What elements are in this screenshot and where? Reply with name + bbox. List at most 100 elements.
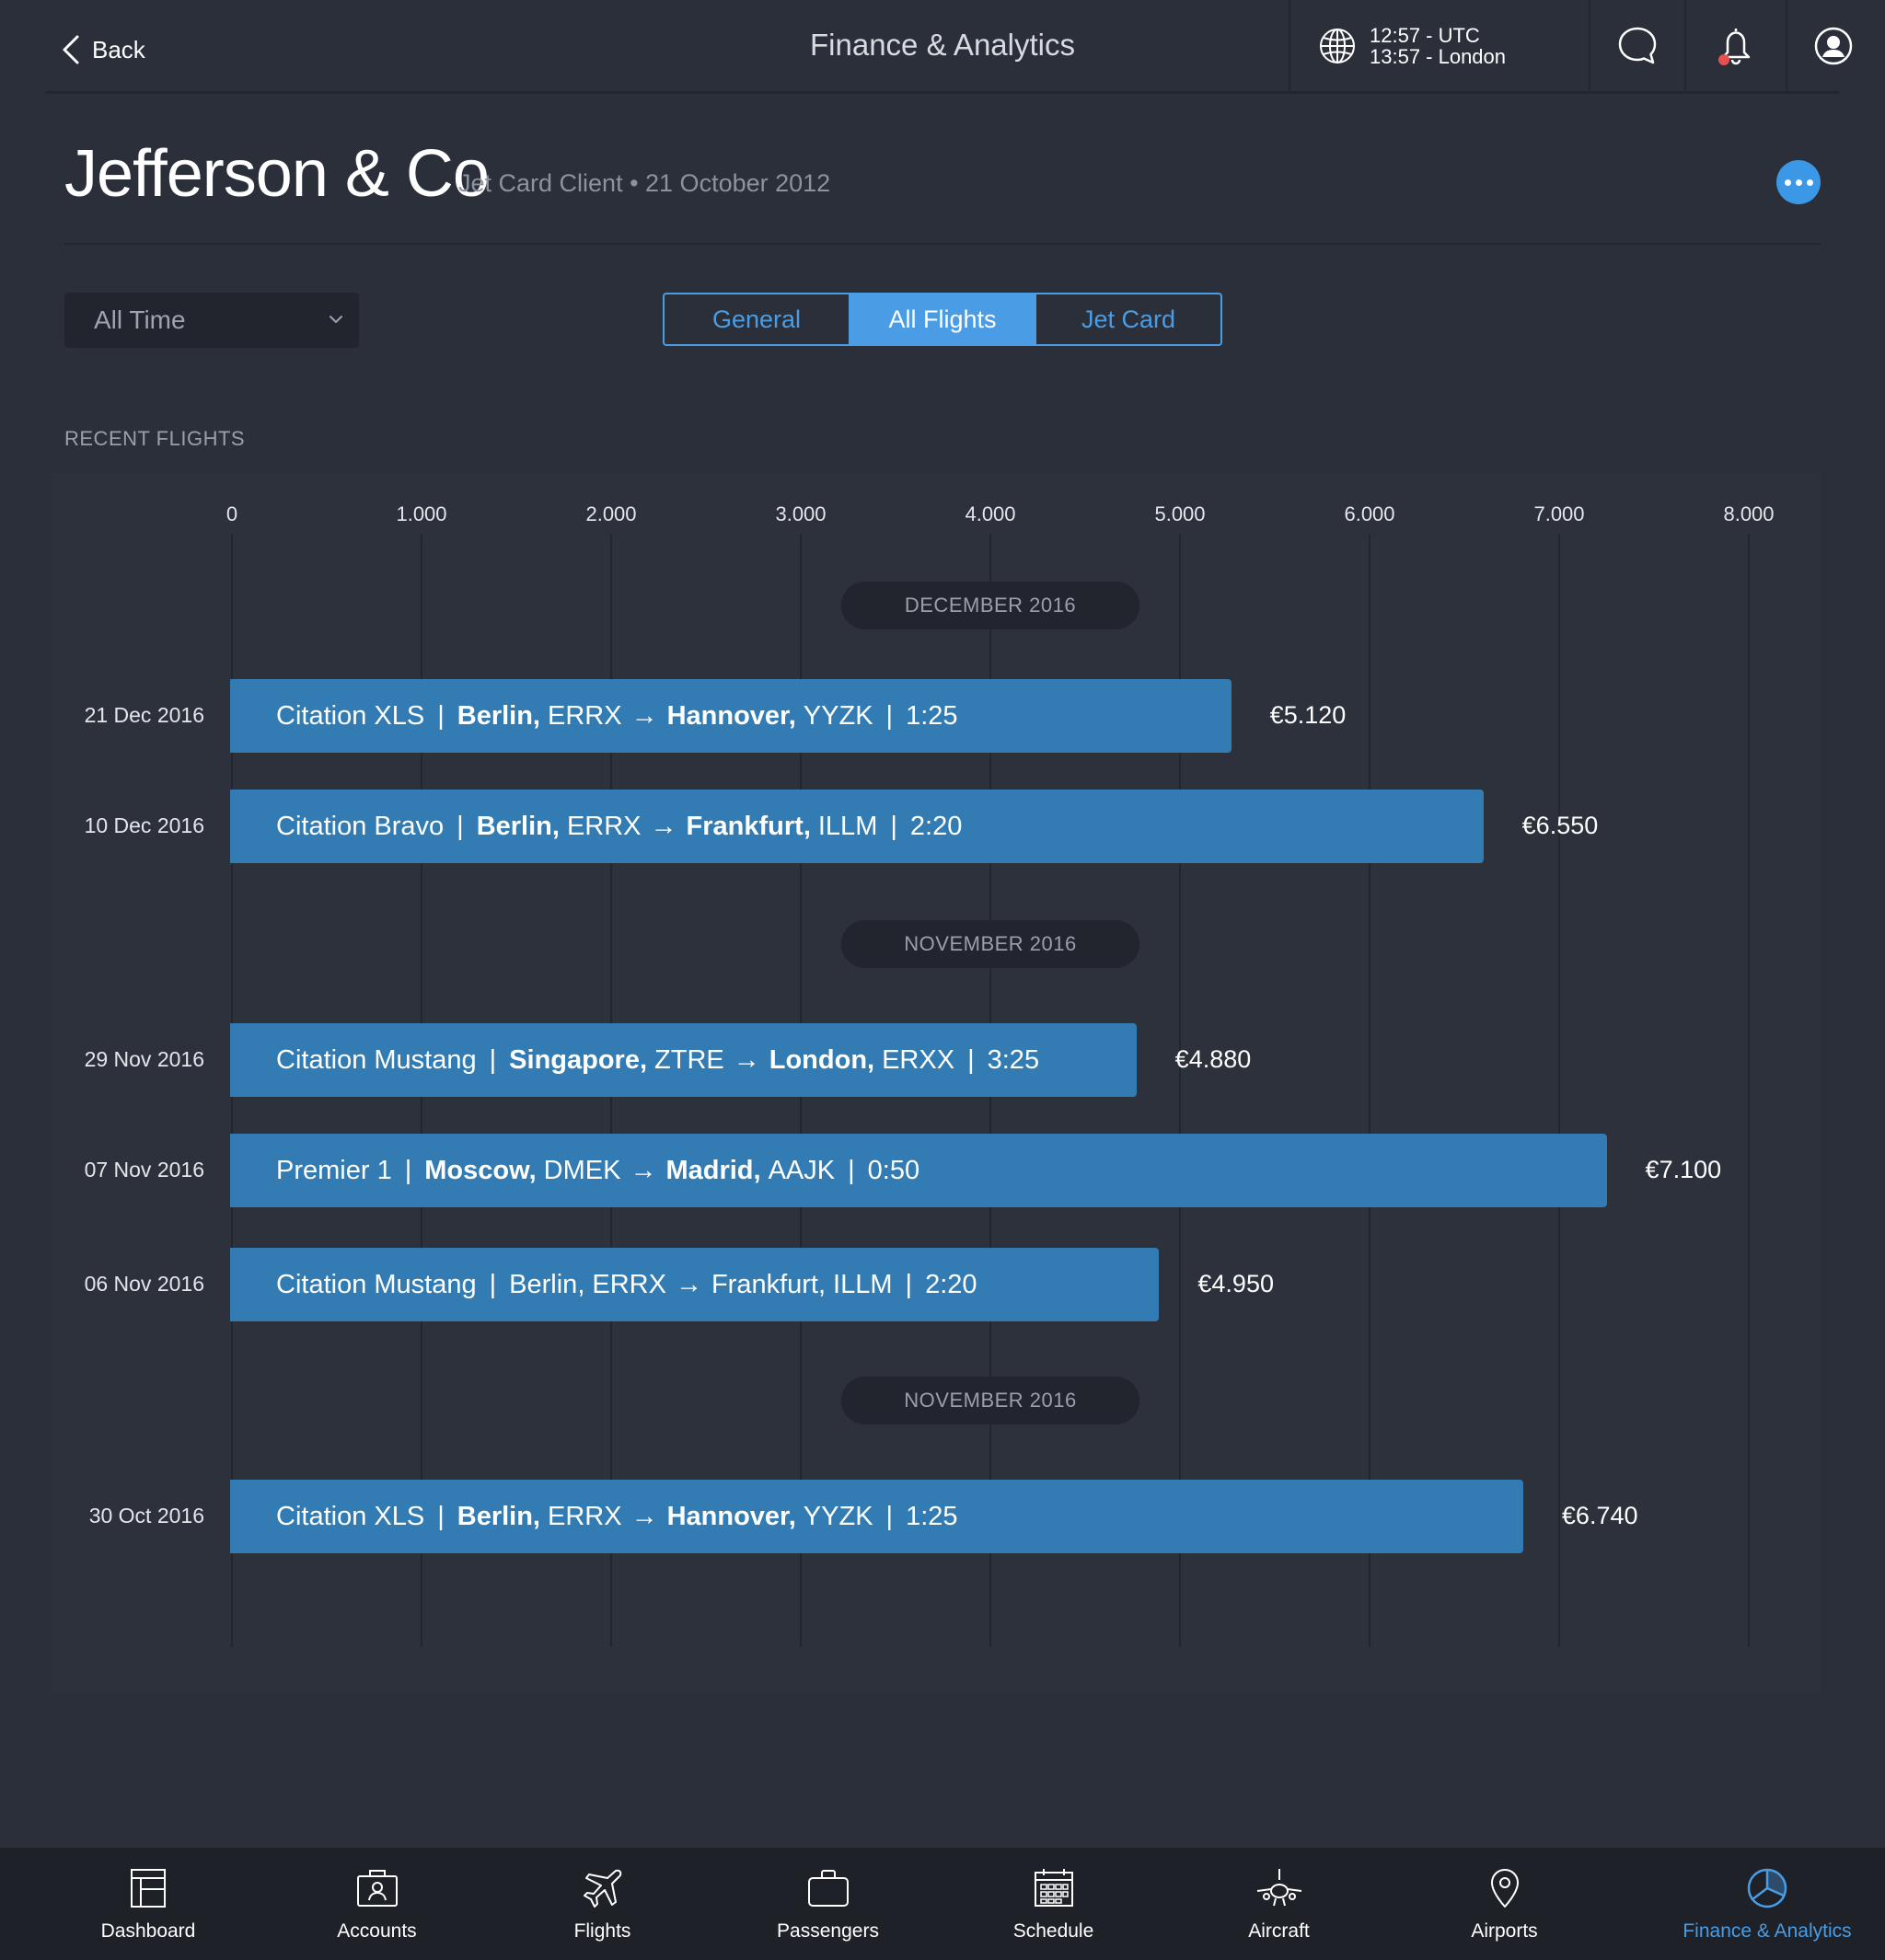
month-divider: DECEMBER 2016 (841, 582, 1139, 629)
dot-icon (1784, 179, 1791, 186)
timeframe-value: All Time (94, 306, 186, 334)
aircraft-name: Citation XLS (276, 700, 425, 731)
timeframe-dropdown[interactable]: All Time (64, 293, 359, 348)
arrow-right-icon: → (650, 811, 677, 841)
tab-all-flights-label: All Flights (888, 305, 997, 333)
arrow-right-icon: → (733, 1044, 760, 1075)
flight-bar[interactable]: Citation Mustang | Singapore, ZTRE → London, E… (230, 1023, 1137, 1097)
flight-bar[interactable]: Premier 1 | Moscow, DMEK → Madrid, AAJK | 0:50 (230, 1134, 1607, 1207)
x-tick-label: 5.000 (1154, 502, 1206, 525)
x-tick-label: 2.000 (585, 502, 637, 525)
arrow-right-icon: → (675, 1269, 702, 1299)
client-header: Jefferson & Co Jet Card Client • 21 Octo… (64, 120, 1821, 245)
aircraft-name: Premier 1 (276, 1155, 392, 1185)
separator: | (437, 700, 445, 731)
flight-duration: 2:20 (925, 1269, 977, 1299)
app-title: Finance & Analytics (810, 28, 1075, 62)
tab-all-flights[interactable]: All Flights (850, 294, 1036, 344)
tab-jet-card-label: Jet Card (1081, 305, 1176, 333)
separator: | (437, 1501, 445, 1531)
x-tick-label: 3.000 (775, 502, 827, 525)
nav-schedule[interactable]: Schedule (908, 1848, 1198, 1960)
destination-city: Frankfurt, (711, 1269, 827, 1299)
destination-city: Frankfurt, (686, 811, 811, 841)
destination-code: YYZK (803, 700, 873, 731)
tab-general[interactable]: General (665, 294, 850, 344)
flight-duration: 0:50 (867, 1155, 920, 1185)
flight-duration: 1:25 (906, 1501, 958, 1531)
nav-passengers[interactable]: Passengers (747, 1848, 908, 1960)
arrow-right-icon: → (630, 1501, 658, 1531)
nav-accounts[interactable]: Accounts (296, 1848, 457, 1960)
separator: | (848, 1155, 855, 1185)
nav-passengers-label: Passengers (777, 1920, 879, 1942)
month-divider: NOVEMBER 2016 (841, 1377, 1139, 1424)
globe-icon (1320, 29, 1355, 63)
pie-chart-icon (1747, 1868, 1787, 1908)
origin-city: Berlin, (457, 700, 540, 731)
separator: | (885, 1501, 894, 1531)
flight-price: €4.880 (1174, 1045, 1252, 1073)
separator: | (885, 700, 894, 731)
clock-readout: 12:57 - UTC 13:57 - London (1370, 25, 1506, 67)
nav-airports[interactable]: Airports (1359, 1848, 1649, 1960)
origin-city: Berlin, (476, 811, 560, 841)
origin-code: ERRX (566, 811, 642, 841)
separator: | (905, 1269, 913, 1299)
nav-accounts-label: Accounts (337, 1920, 417, 1942)
separator: | (890, 811, 897, 841)
x-tick-label: 7.000 (1533, 502, 1585, 525)
arrow-right-icon: → (630, 700, 658, 731)
client-name: Jefferson & Co (64, 137, 490, 211)
x-tick-label: 1.000 (396, 502, 447, 525)
separator: | (457, 811, 464, 841)
chevron-down-icon (330, 316, 342, 323)
nav-dashboard[interactable]: Dashboard (0, 1848, 296, 1960)
section-title: RECENT FLIGHTS (64, 427, 246, 450)
destination-code: ERXX (882, 1044, 955, 1075)
jet-icon (1256, 1869, 1301, 1907)
flight-price: €4.950 (1197, 1270, 1274, 1297)
chat-button[interactable] (1590, 0, 1686, 92)
aircraft-name: Citation Bravo (276, 811, 445, 841)
back-button[interactable]: Back (61, 31, 145, 68)
nav-schedule-label: Schedule (1012, 1920, 1094, 1942)
origin-city: Moscow, (424, 1155, 537, 1185)
location-pin-icon (1490, 1869, 1519, 1908)
world-clock[interactable]: 12:57 - UTC 13:57 - London (1289, 0, 1590, 92)
destination-city: Madrid, (665, 1155, 761, 1185)
flight-bar[interactable]: Citation Bravo | Berlin, ERRX → Frankfurt, ILL… (230, 790, 1484, 863)
nav-aircraft[interactable]: Aircraft (1198, 1848, 1359, 1960)
notifications-button[interactable] (1686, 0, 1787, 92)
nav-flights[interactable]: Flights (457, 1848, 747, 1960)
flight-bar[interactable]: Citation XLS | Berlin, ERRX → Hannover, YYZK | 1… (230, 679, 1232, 753)
x-tick-label: 0 (226, 502, 238, 525)
profile-button[interactable] (1787, 0, 1879, 92)
nav-finance-analytics-label: Finance & Analytics (1683, 1920, 1852, 1942)
flight-price: €6.550 (1521, 812, 1599, 839)
destination-code: ILLM (833, 1269, 893, 1299)
chat-bubble-icon (1618, 27, 1657, 64)
aircraft-name: Citation Mustang (276, 1044, 477, 1075)
flight-date: 10 Dec 2016 (84, 813, 204, 837)
origin-code: ERRX (548, 700, 622, 731)
user-avatar-icon (1814, 27, 1853, 65)
nav-finance-analytics[interactable]: Finance & Analytics (1649, 1848, 1885, 1960)
tab-jet-card[interactable]: Jet Card (1036, 294, 1220, 344)
flight-bar[interactable]: Citation XLS | Berlin, ERRX → Hannover, YYZK | 1… (230, 1480, 1523, 1553)
accounts-icon (356, 1870, 398, 1907)
more-options-button[interactable] (1776, 160, 1821, 204)
nav-airports-label: Airports (1471, 1920, 1538, 1942)
x-tick-label: 6.000 (1344, 502, 1395, 525)
clock-local: 13:57 - London (1370, 45, 1507, 68)
flight-date: 29 Nov 2016 (84, 1047, 204, 1071)
x-tick-label: 8.000 (1723, 502, 1775, 525)
flight-date: 30 Oct 2016 (88, 1504, 204, 1528)
client-meta: Jet Card Client • 21 October 2012 (458, 169, 831, 197)
back-label: Back (92, 35, 145, 63)
page: Back Finance & Analytics 12:57 - UTC 13:… (0, 0, 1885, 1960)
flight-bar[interactable]: Citation Mustang | Berlin, ERRX → Frankfurt, I… (230, 1248, 1160, 1321)
airplane-icon (583, 1869, 621, 1908)
notification-dot (1718, 54, 1729, 65)
destination-city: Hannover, (666, 1501, 796, 1531)
